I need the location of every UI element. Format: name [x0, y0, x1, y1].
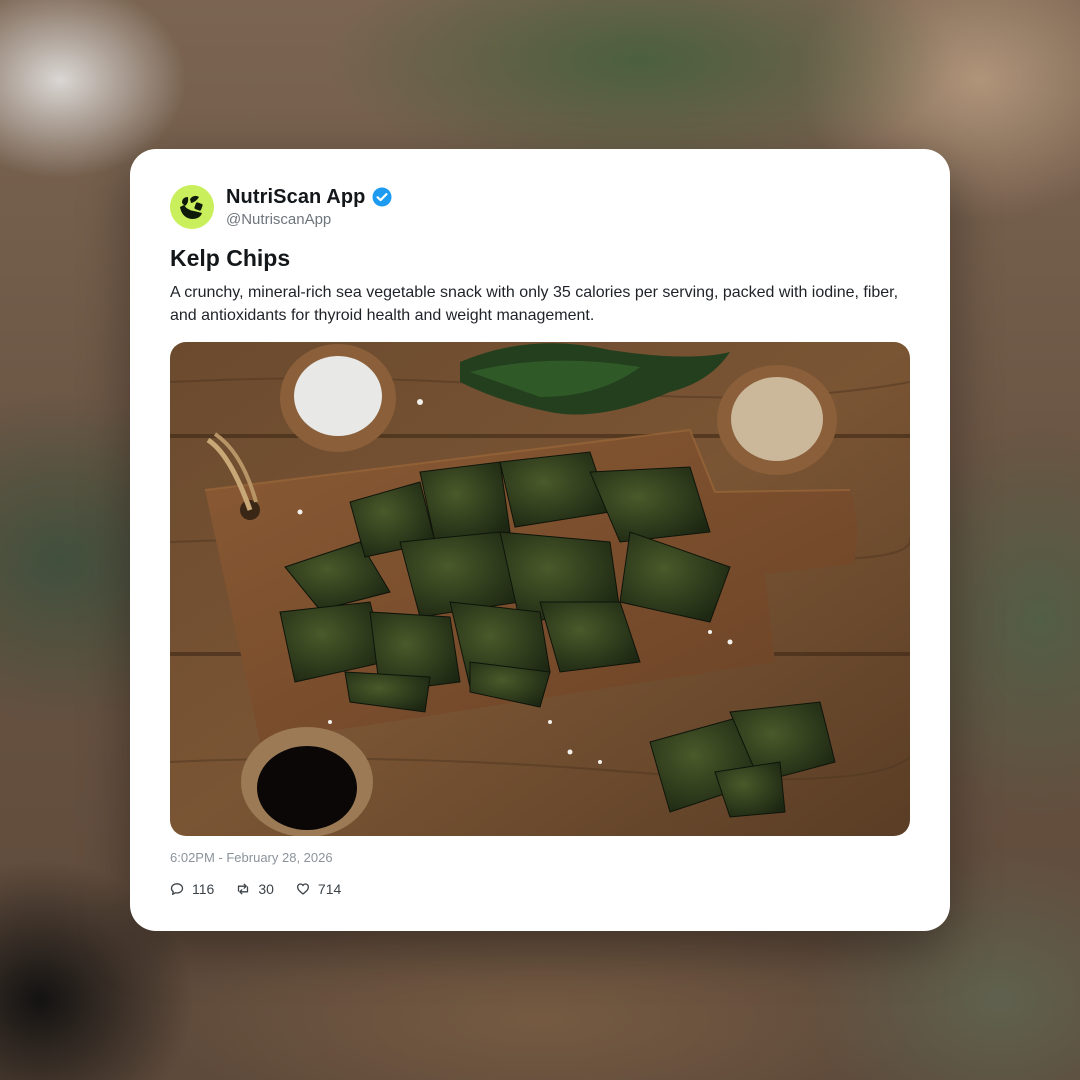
reply-button[interactable]: 116 — [170, 881, 214, 897]
author-name[interactable]: NutriScan App — [226, 186, 365, 209]
post-body: A crunchy, mineral-rich sea vegetable sn… — [170, 284, 899, 324]
post-stats: 116 30 714 — [170, 881, 341, 897]
verified-badge-icon — [372, 187, 392, 207]
post-title: Kelp Chips — [170, 245, 291, 271]
avatar[interactable] — [170, 185, 214, 229]
reply-icon — [170, 883, 184, 895]
like-button[interactable]: 714 — [296, 881, 341, 897]
author-row: NutriScan App — [226, 185, 392, 209]
leaf-logo-icon — [180, 195, 203, 219]
reply-count: 116 — [192, 881, 215, 897]
repost-icon — [238, 883, 249, 895]
repost-count: 30 — [258, 881, 274, 897]
like-count: 714 — [317, 881, 342, 897]
post-card: NutriScan App @NutriscanApp Kelp Chips A… — [130, 149, 950, 931]
author-handle[interactable]: @NutriscanApp — [226, 211, 331, 228]
kelp-chips-photo[interactable] — [170, 342, 910, 836]
heart-icon — [296, 883, 309, 895]
post-timestamp: 6:02PM - February 28, 2026 — [170, 850, 333, 865]
repost-button[interactable]: 30 — [236, 881, 274, 897]
